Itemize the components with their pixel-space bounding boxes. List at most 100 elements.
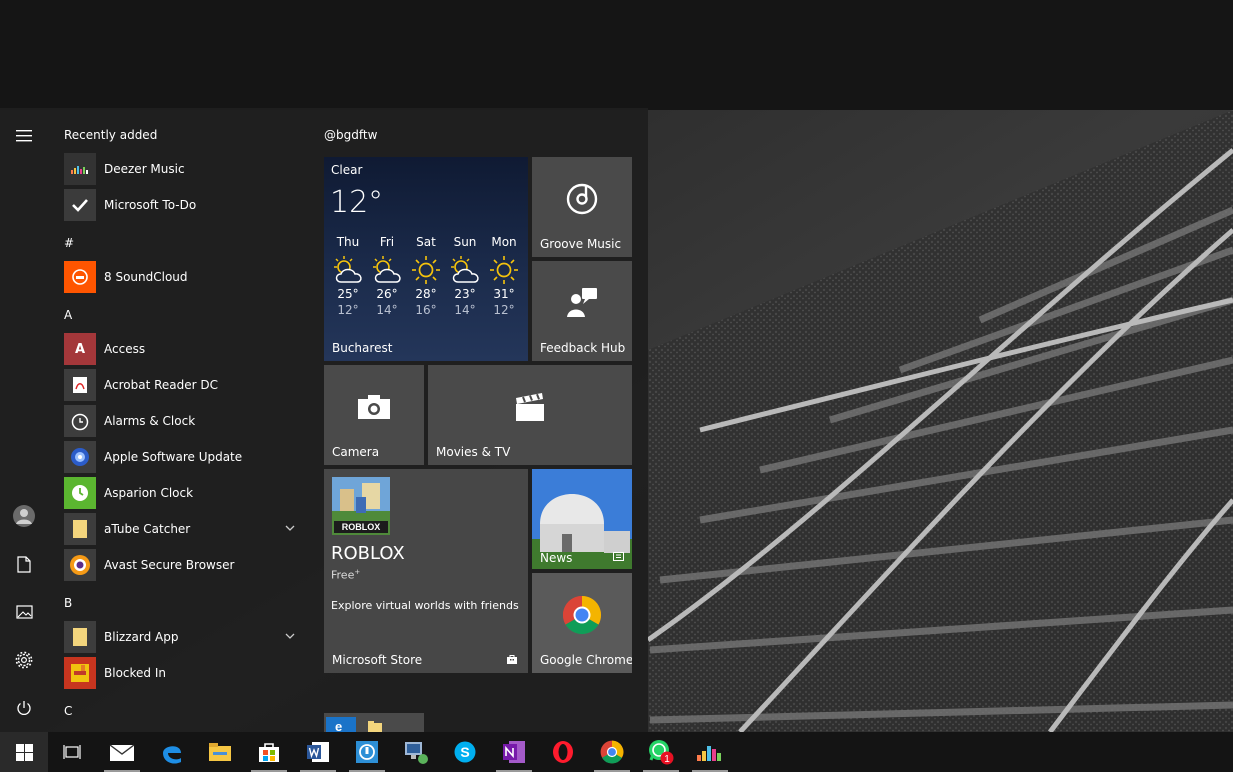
app-blocked-in[interactable]: Blocked In (64, 656, 304, 690)
forecast-day-name: Sat (416, 235, 436, 249)
opera-button[interactable] (539, 732, 587, 772)
forecast-high: 28° (415, 287, 437, 301)
weather-tile[interactable]: Clear 12° Thu 25° 12° Fri 26° 14° Sat 28… (324, 157, 528, 361)
taskbar: S 1 (0, 732, 1233, 772)
file-explorer-button[interactable] (196, 732, 244, 772)
settings-button[interactable] (0, 636, 48, 684)
movies-tv-tile[interactable]: Movies & TV (428, 365, 632, 465)
store-description: Explore virtual worlds with friends (331, 599, 519, 612)
section-header-recent: Recently added (64, 128, 158, 142)
app-name: aTube Catcher (104, 522, 191, 536)
skype-button[interactable]: S (441, 732, 489, 772)
roblox-logo-text: ROBLOX (342, 522, 381, 532)
power-button[interactable] (0, 684, 48, 732)
chrome-icon (562, 595, 602, 635)
forecast-day-name: Fri (379, 235, 395, 249)
forecast-low: 12° (337, 303, 359, 317)
edge-icon: e (326, 717, 356, 732)
section-header-c[interactable]: C (64, 704, 72, 718)
app-microsoft-todo[interactable]: Microsoft To-Do (64, 188, 304, 222)
app-avast-secure-browser[interactable]: Avast Secure Browser (64, 548, 304, 582)
app-name: Alarms & Clock (104, 414, 196, 428)
network-icon (405, 742, 428, 764)
tile-label: Groove Music (540, 237, 622, 251)
app-name: Deezer Music (104, 162, 185, 176)
svg-text:e: e (335, 719, 342, 732)
groove-music-icon (566, 183, 598, 215)
sunny-icon (412, 256, 440, 284)
partly-sunny-icon (451, 256, 479, 283)
forecast-day: Mon 31° 12° (484, 235, 524, 317)
app-icon (356, 741, 378, 763)
weather-condition: Clear (331, 163, 363, 177)
weather-city: Bucharest (332, 341, 393, 355)
section-header-hash[interactable]: # (64, 236, 74, 250)
tile-label: Movies & TV (436, 445, 511, 459)
roblox-logo-icon: ROBLOX (332, 477, 390, 535)
section-header-b[interactable]: B (64, 596, 72, 610)
chevron-down-icon[interactable] (284, 630, 296, 642)
store-button[interactable] (245, 732, 293, 772)
app-apple-software-update[interactable]: Apple Software Update (64, 440, 304, 474)
alarm-clock-icon (64, 405, 96, 437)
expand-menu-button[interactable] (0, 112, 48, 160)
deezer-button[interactable] (686, 732, 734, 772)
app-name: Blizzard App (104, 630, 179, 644)
svg-text:S: S (460, 744, 469, 760)
chevron-down-icon[interactable] (284, 522, 296, 534)
whatsapp-button[interactable]: 1 (637, 732, 685, 772)
network-button[interactable] (392, 732, 440, 772)
edge-button[interactable] (148, 732, 196, 772)
soundcloud-icon (64, 261, 96, 293)
app-acrobat-reader[interactable]: Acrobat Reader DC (64, 368, 304, 402)
news-badge-icon (613, 552, 624, 561)
feedback-hub-tile[interactable]: Feedback Hub (532, 261, 632, 361)
app-8-soundcloud[interactable]: 8 SoundCloud (64, 260, 304, 294)
tile-label: Microsoft Store (332, 653, 423, 667)
word-icon (307, 742, 329, 762)
forecast-day-name: Mon (491, 235, 517, 249)
forecast-low: 16° (415, 303, 437, 317)
app-name: Avast Secure Browser (104, 558, 235, 572)
onenote-button[interactable] (490, 732, 538, 772)
folder-tile[interactable]: e (324, 713, 424, 732)
tile-group-title[interactable]: @bgdftw (324, 128, 377, 142)
app-asparion-clock[interactable]: Asparion Clock (64, 476, 304, 510)
file-explorer-icon (209, 743, 231, 761)
mail-button[interactable] (98, 732, 146, 772)
app-button[interactable] (343, 732, 391, 772)
forecast-day: Sun 23° 14° (445, 235, 485, 317)
news-tile[interactable]: News (532, 469, 632, 569)
tile-area: @bgdftw Clear 12° Thu 25° 12° Fri 26° 14… (324, 108, 648, 732)
camera-tile[interactable]: Camera (324, 365, 424, 465)
app-deezer-music[interactable]: Deezer Music (64, 152, 304, 186)
windows-logo-icon (15, 743, 33, 761)
app-name: Blocked In (104, 666, 166, 680)
section-header-a[interactable]: A (64, 308, 72, 322)
mail-icon (109, 744, 135, 761)
tile-label: Feedback Hub (540, 341, 626, 355)
app-access[interactable]: A Access (64, 332, 304, 366)
todo-icon (64, 189, 96, 221)
groove-music-tile[interactable]: Groove Music (532, 157, 632, 257)
chrome-button[interactable] (588, 732, 636, 772)
notification-badge: 1 (664, 754, 670, 765)
pictures-button[interactable] (0, 588, 48, 636)
forecast-day: Fri 26° 14° (367, 235, 407, 317)
app-blizzard-app[interactable]: Blizzard App (64, 620, 304, 654)
google-chrome-tile[interactable]: Google Chrome (532, 573, 632, 673)
app-alarms-clock[interactable]: Alarms & Clock (64, 404, 304, 438)
user-account-button[interactable] (0, 492, 48, 540)
forecast-day: Thu 25° 12° (328, 235, 368, 317)
microsoft-store-tile[interactable]: ROBLOX ROBLOX Free+ Explore virtual worl… (324, 469, 528, 673)
start-button[interactable] (0, 732, 48, 772)
word-button[interactable] (294, 732, 342, 772)
app-name: Acrobat Reader DC (104, 378, 218, 392)
task-view-button[interactable] (48, 732, 96, 772)
forecast-day-name: Sun (453, 235, 477, 249)
app-atube-catcher[interactable]: aTube Catcher (64, 512, 304, 546)
tile-label: News (540, 551, 573, 565)
documents-button[interactable] (0, 540, 48, 588)
apple-update-icon (64, 441, 96, 473)
forecast-low: 12° (493, 303, 515, 317)
